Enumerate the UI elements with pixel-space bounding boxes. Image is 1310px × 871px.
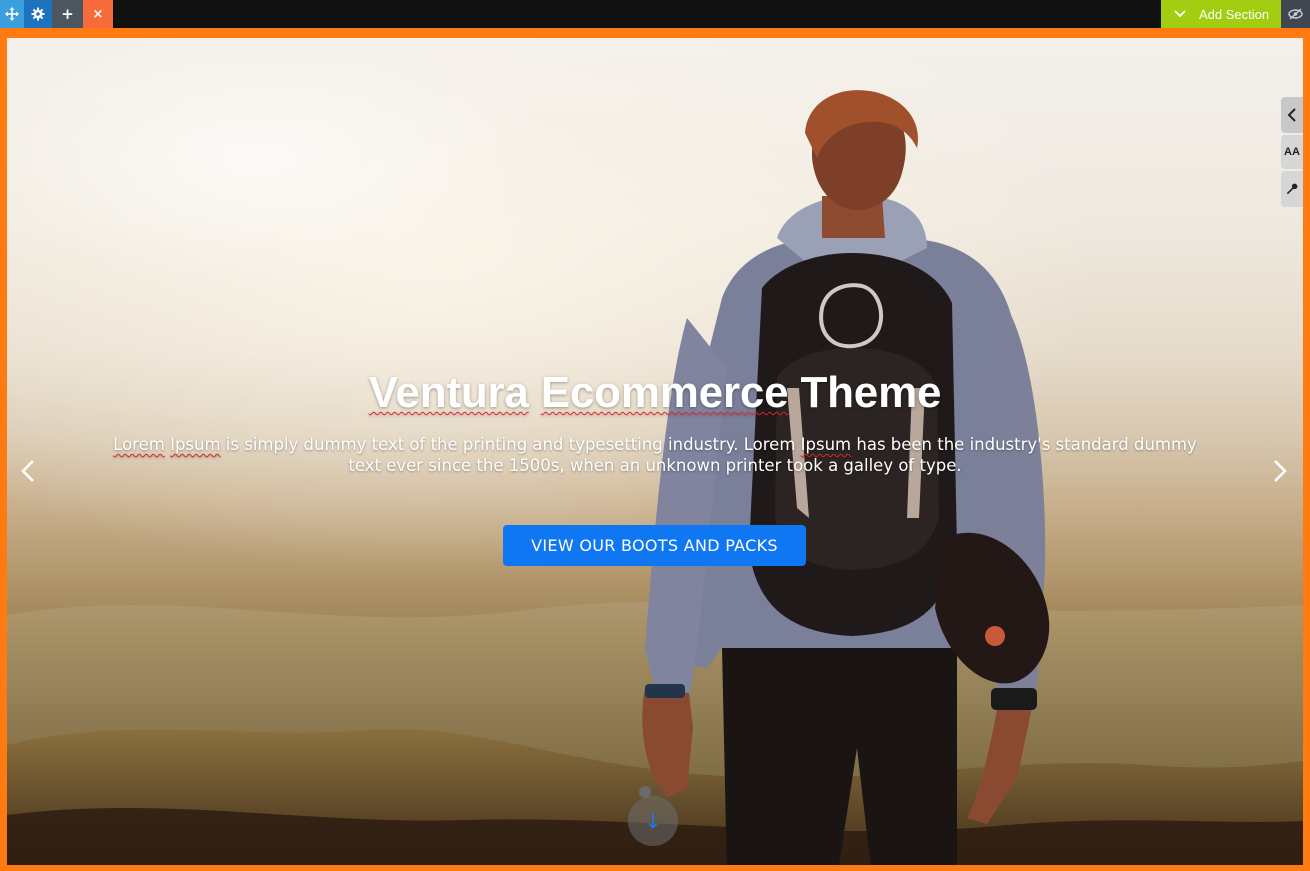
hiker-figure	[642, 90, 1050, 865]
collapse-panel-button[interactable]	[1281, 97, 1303, 133]
wrench-icon	[1286, 183, 1298, 195]
add-element-button[interactable]: +	[52, 0, 83, 28]
section-settings-button[interactable]	[24, 0, 52, 28]
tools-button[interactable]	[1281, 171, 1303, 207]
title-word-ventura: Ventura	[368, 368, 529, 417]
editor-toolbar: + × Add Section	[0, 0, 1310, 28]
title-word-ecommerce: Ecommerce	[540, 368, 789, 417]
move-section-button[interactable]	[0, 0, 24, 28]
desc-word-ipsum: Ipsum	[170, 435, 221, 454]
desc-text-middle: is simply dummy text of the printing and…	[220, 435, 801, 454]
delete-section-button[interactable]: ×	[83, 0, 113, 28]
arrow-down-icon: ↓	[644, 809, 662, 833]
hero-title[interactable]: Ventura Ecommerce Theme	[7, 368, 1303, 418]
chevron-left-icon	[1287, 108, 1296, 122]
scroll-down-button[interactable]: ↓	[628, 796, 678, 846]
chevron-down-icon	[1161, 10, 1199, 18]
add-section-label: Add Section	[1199, 6, 1270, 22]
plus-icon: +	[61, 5, 74, 23]
typography-label: AA	[1284, 146, 1300, 158]
eye-slash-icon	[1288, 8, 1303, 20]
close-icon: ×	[92, 6, 104, 22]
desc-word-lorem: Lorem	[113, 435, 165, 454]
prev-slide-arrow[interactable]	[13, 456, 43, 486]
view-boots-and-packs-button[interactable]: VIEW OUR BOOTS AND PACKS	[503, 525, 806, 566]
hero-description[interactable]: Lorem Ipsum is simply dummy text of the …	[107, 434, 1203, 476]
hero-slider: AA Ventura Ecommerce Theme Lorem Ipsum i…	[7, 38, 1303, 865]
chevron-left-icon	[21, 460, 34, 482]
gear-icon	[31, 7, 45, 21]
typography-button[interactable]: AA	[1281, 135, 1303, 169]
chevron-right-icon	[1274, 460, 1287, 482]
desc-word-ipsum-2: Ipsum	[800, 435, 852, 454]
next-slide-arrow[interactable]	[1265, 456, 1295, 486]
move-arrows-icon	[5, 7, 19, 21]
add-section-button[interactable]: Add Section	[1161, 0, 1281, 28]
toggle-visibility-button[interactable]	[1281, 0, 1310, 28]
selected-section-frame[interactable]: AA Ventura Ecommerce Theme Lorem Ipsum i…	[0, 28, 1310, 871]
title-word-theme: Theme	[800, 368, 942, 417]
